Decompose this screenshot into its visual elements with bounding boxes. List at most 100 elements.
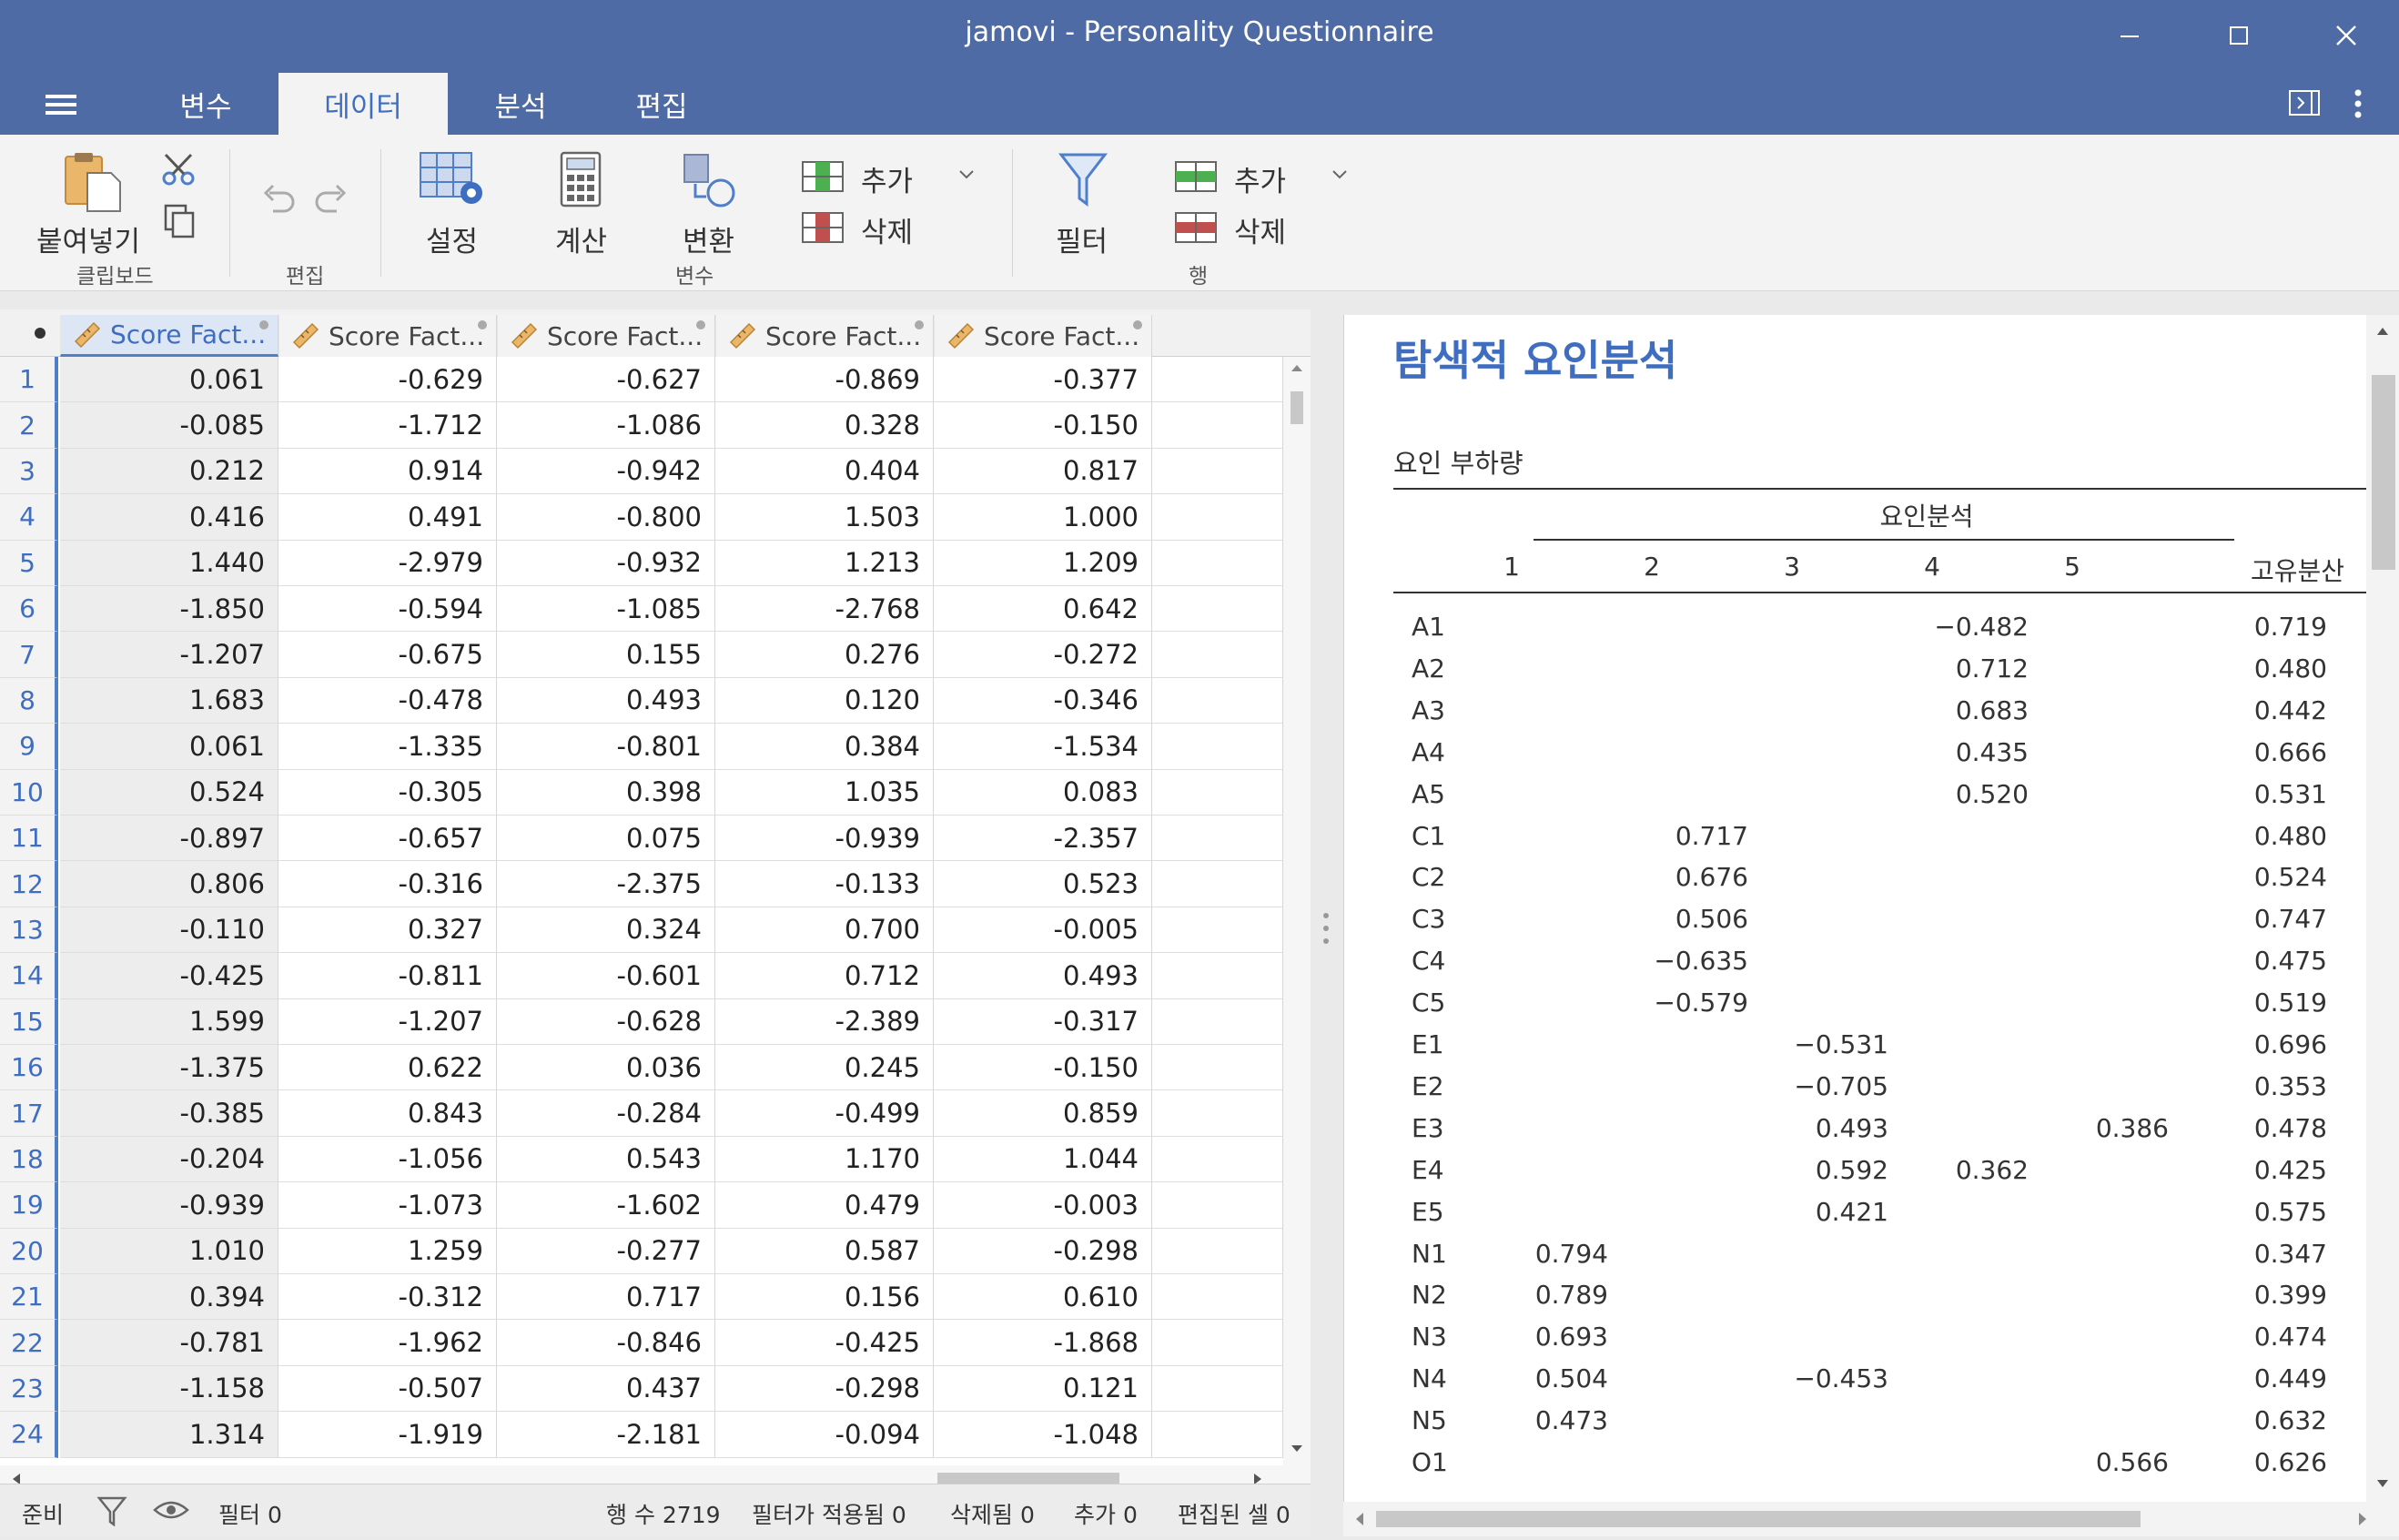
data-cell[interactable]: -0.942 bbox=[497, 448, 715, 495]
data-cell[interactable]: -0.897 bbox=[60, 816, 278, 862]
add-variable-icon-wrap[interactable] bbox=[801, 160, 845, 197]
column-header[interactable]: Score Fact... bbox=[934, 315, 1152, 357]
data-cell[interactable]: -0.277 bbox=[497, 1228, 715, 1274]
data-cell[interactable]: -1.712 bbox=[278, 402, 497, 449]
data-cell[interactable]: -0.094 bbox=[715, 1412, 934, 1458]
empty-cell[interactable] bbox=[1152, 953, 1283, 999]
empty-cell[interactable] bbox=[1152, 769, 1283, 816]
undo-button[interactable] bbox=[260, 180, 297, 220]
row-number[interactable]: 5 bbox=[0, 540, 58, 586]
data-cell[interactable]: 1.035 bbox=[715, 769, 934, 816]
data-cell[interactable]: 0.398 bbox=[497, 769, 715, 816]
data-cell[interactable]: 1.259 bbox=[278, 1228, 497, 1274]
data-cell[interactable]: -0.425 bbox=[60, 953, 278, 999]
data-cell[interactable]: 0.524 bbox=[60, 769, 278, 816]
data-cell[interactable]: -1.158 bbox=[60, 1365, 278, 1413]
data-cell[interactable]: -1.602 bbox=[497, 1182, 715, 1229]
data-cell[interactable]: 1.044 bbox=[934, 1136, 1152, 1183]
data-cell[interactable]: -0.346 bbox=[934, 677, 1152, 724]
row-number[interactable]: 12 bbox=[0, 861, 58, 907]
row-number[interactable]: 24 bbox=[0, 1412, 58, 1458]
data-cell[interactable]: 0.806 bbox=[60, 861, 278, 907]
data-cell[interactable]: 0.543 bbox=[497, 1136, 715, 1183]
data-cell[interactable]: -0.150 bbox=[934, 402, 1152, 449]
data-cell[interactable]: -0.629 bbox=[278, 357, 497, 403]
row-number[interactable]: 17 bbox=[0, 1090, 58, 1137]
data-cell[interactable]: -0.499 bbox=[715, 1090, 934, 1137]
data-cell[interactable]: 0.712 bbox=[715, 953, 934, 999]
row-number[interactable]: 8 bbox=[0, 677, 58, 724]
transform-button[interactable] bbox=[681, 151, 741, 215]
data-cell[interactable]: -1.207 bbox=[278, 998, 497, 1045]
select-all-corner[interactable] bbox=[35, 328, 46, 339]
add-variable-button[interactable]: 추가 bbox=[861, 158, 913, 199]
data-cell[interactable]: 0.610 bbox=[934, 1274, 1152, 1321]
empty-cell[interactable] bbox=[1152, 1045, 1283, 1091]
column-header[interactable]: Score Fact... bbox=[60, 315, 278, 357]
data-cell[interactable]: -1.207 bbox=[60, 632, 278, 678]
data-cell[interactable]: -0.110 bbox=[60, 907, 278, 954]
data-cell[interactable]: -1.085 bbox=[497, 586, 715, 633]
data-cell[interactable]: 0.717 bbox=[497, 1274, 715, 1321]
data-cell[interactable]: -0.846 bbox=[497, 1320, 715, 1366]
data-cell[interactable]: -1.073 bbox=[278, 1182, 497, 1229]
data-cell[interactable]: 1.683 bbox=[60, 677, 278, 724]
data-cell[interactable]: 0.479 bbox=[715, 1182, 934, 1229]
data-cell[interactable]: -0.425 bbox=[715, 1320, 934, 1366]
panel-splitter[interactable] bbox=[1321, 910, 1331, 947]
row-number[interactable]: 1 bbox=[0, 357, 58, 403]
data-cell[interactable]: -0.316 bbox=[278, 861, 497, 907]
tab-edit[interactable]: 편집 bbox=[593, 73, 730, 135]
data-cell[interactable]: -0.317 bbox=[934, 998, 1152, 1045]
data-cell[interactable]: 0.817 bbox=[934, 448, 1152, 495]
data-cell[interactable]: -0.478 bbox=[278, 677, 497, 724]
data-cell[interactable]: -0.385 bbox=[60, 1090, 278, 1137]
data-cell[interactable]: -1.868 bbox=[934, 1320, 1152, 1366]
data-cell[interactable]: 0.491 bbox=[278, 494, 497, 541]
data-cell[interactable]: -0.869 bbox=[715, 357, 934, 403]
results-horizontal-scrollbar[interactable] bbox=[1343, 1502, 2399, 1536]
data-cell[interactable]: 0.384 bbox=[715, 724, 934, 770]
row-number[interactable]: 6 bbox=[0, 586, 58, 633]
redo-button[interactable] bbox=[313, 180, 349, 220]
data-cell[interactable]: 0.642 bbox=[934, 586, 1152, 633]
paste-button[interactable] bbox=[60, 149, 124, 217]
data-cell[interactable]: 0.493 bbox=[497, 677, 715, 724]
data-cell[interactable]: 0.245 bbox=[715, 1045, 934, 1091]
delete-row-icon-wrap[interactable] bbox=[1174, 211, 1218, 248]
empty-cell[interactable] bbox=[1152, 1228, 1283, 1274]
data-cell[interactable]: 0.587 bbox=[715, 1228, 934, 1274]
row-number[interactable]: 18 bbox=[0, 1136, 58, 1183]
data-cell[interactable]: 1.503 bbox=[715, 494, 934, 541]
data-cell[interactable]: 0.622 bbox=[278, 1045, 497, 1091]
data-cell[interactable]: -1.375 bbox=[60, 1045, 278, 1091]
data-cell[interactable]: 0.156 bbox=[715, 1274, 934, 1321]
data-cell[interactable]: -0.628 bbox=[497, 998, 715, 1045]
data-cell[interactable]: -1.919 bbox=[278, 1412, 497, 1458]
add-row-icon-wrap[interactable] bbox=[1174, 160, 1218, 197]
data-cell[interactable]: -1.534 bbox=[934, 724, 1152, 770]
data-cell[interactable]: 0.437 bbox=[497, 1365, 715, 1413]
add-variable-dropdown[interactable] bbox=[957, 167, 976, 185]
results-mode-button[interactable] bbox=[2288, 87, 2323, 122]
empty-cell[interactable] bbox=[1152, 586, 1283, 633]
row-number[interactable]: 16 bbox=[0, 1045, 58, 1091]
data-cell[interactable]: -0.601 bbox=[497, 953, 715, 999]
delete-variable-icon-wrap[interactable] bbox=[801, 211, 845, 248]
results-vertical-scrollbar[interactable] bbox=[2366, 315, 2399, 1502]
data-cell[interactable]: -0.939 bbox=[715, 816, 934, 862]
data-cell[interactable]: -0.005 bbox=[934, 907, 1152, 954]
data-cell[interactable]: -1.962 bbox=[278, 1320, 497, 1366]
data-cell[interactable]: 0.328 bbox=[715, 402, 934, 449]
data-cell[interactable]: -2.979 bbox=[278, 540, 497, 586]
data-cell[interactable]: 0.155 bbox=[497, 632, 715, 678]
data-cell[interactable]: -0.939 bbox=[60, 1182, 278, 1229]
empty-cell[interactable] bbox=[1152, 448, 1283, 495]
data-cell[interactable]: 0.324 bbox=[497, 907, 715, 954]
data-cell[interactable]: -0.627 bbox=[497, 357, 715, 403]
column-header[interactable]: Score Fact... bbox=[715, 315, 934, 357]
tab-analyses[interactable]: 분석 bbox=[448, 73, 593, 135]
empty-cell[interactable] bbox=[1152, 632, 1283, 678]
data-cell[interactable]: -1.850 bbox=[60, 586, 278, 633]
maximize-button[interactable] bbox=[2212, 13, 2266, 58]
